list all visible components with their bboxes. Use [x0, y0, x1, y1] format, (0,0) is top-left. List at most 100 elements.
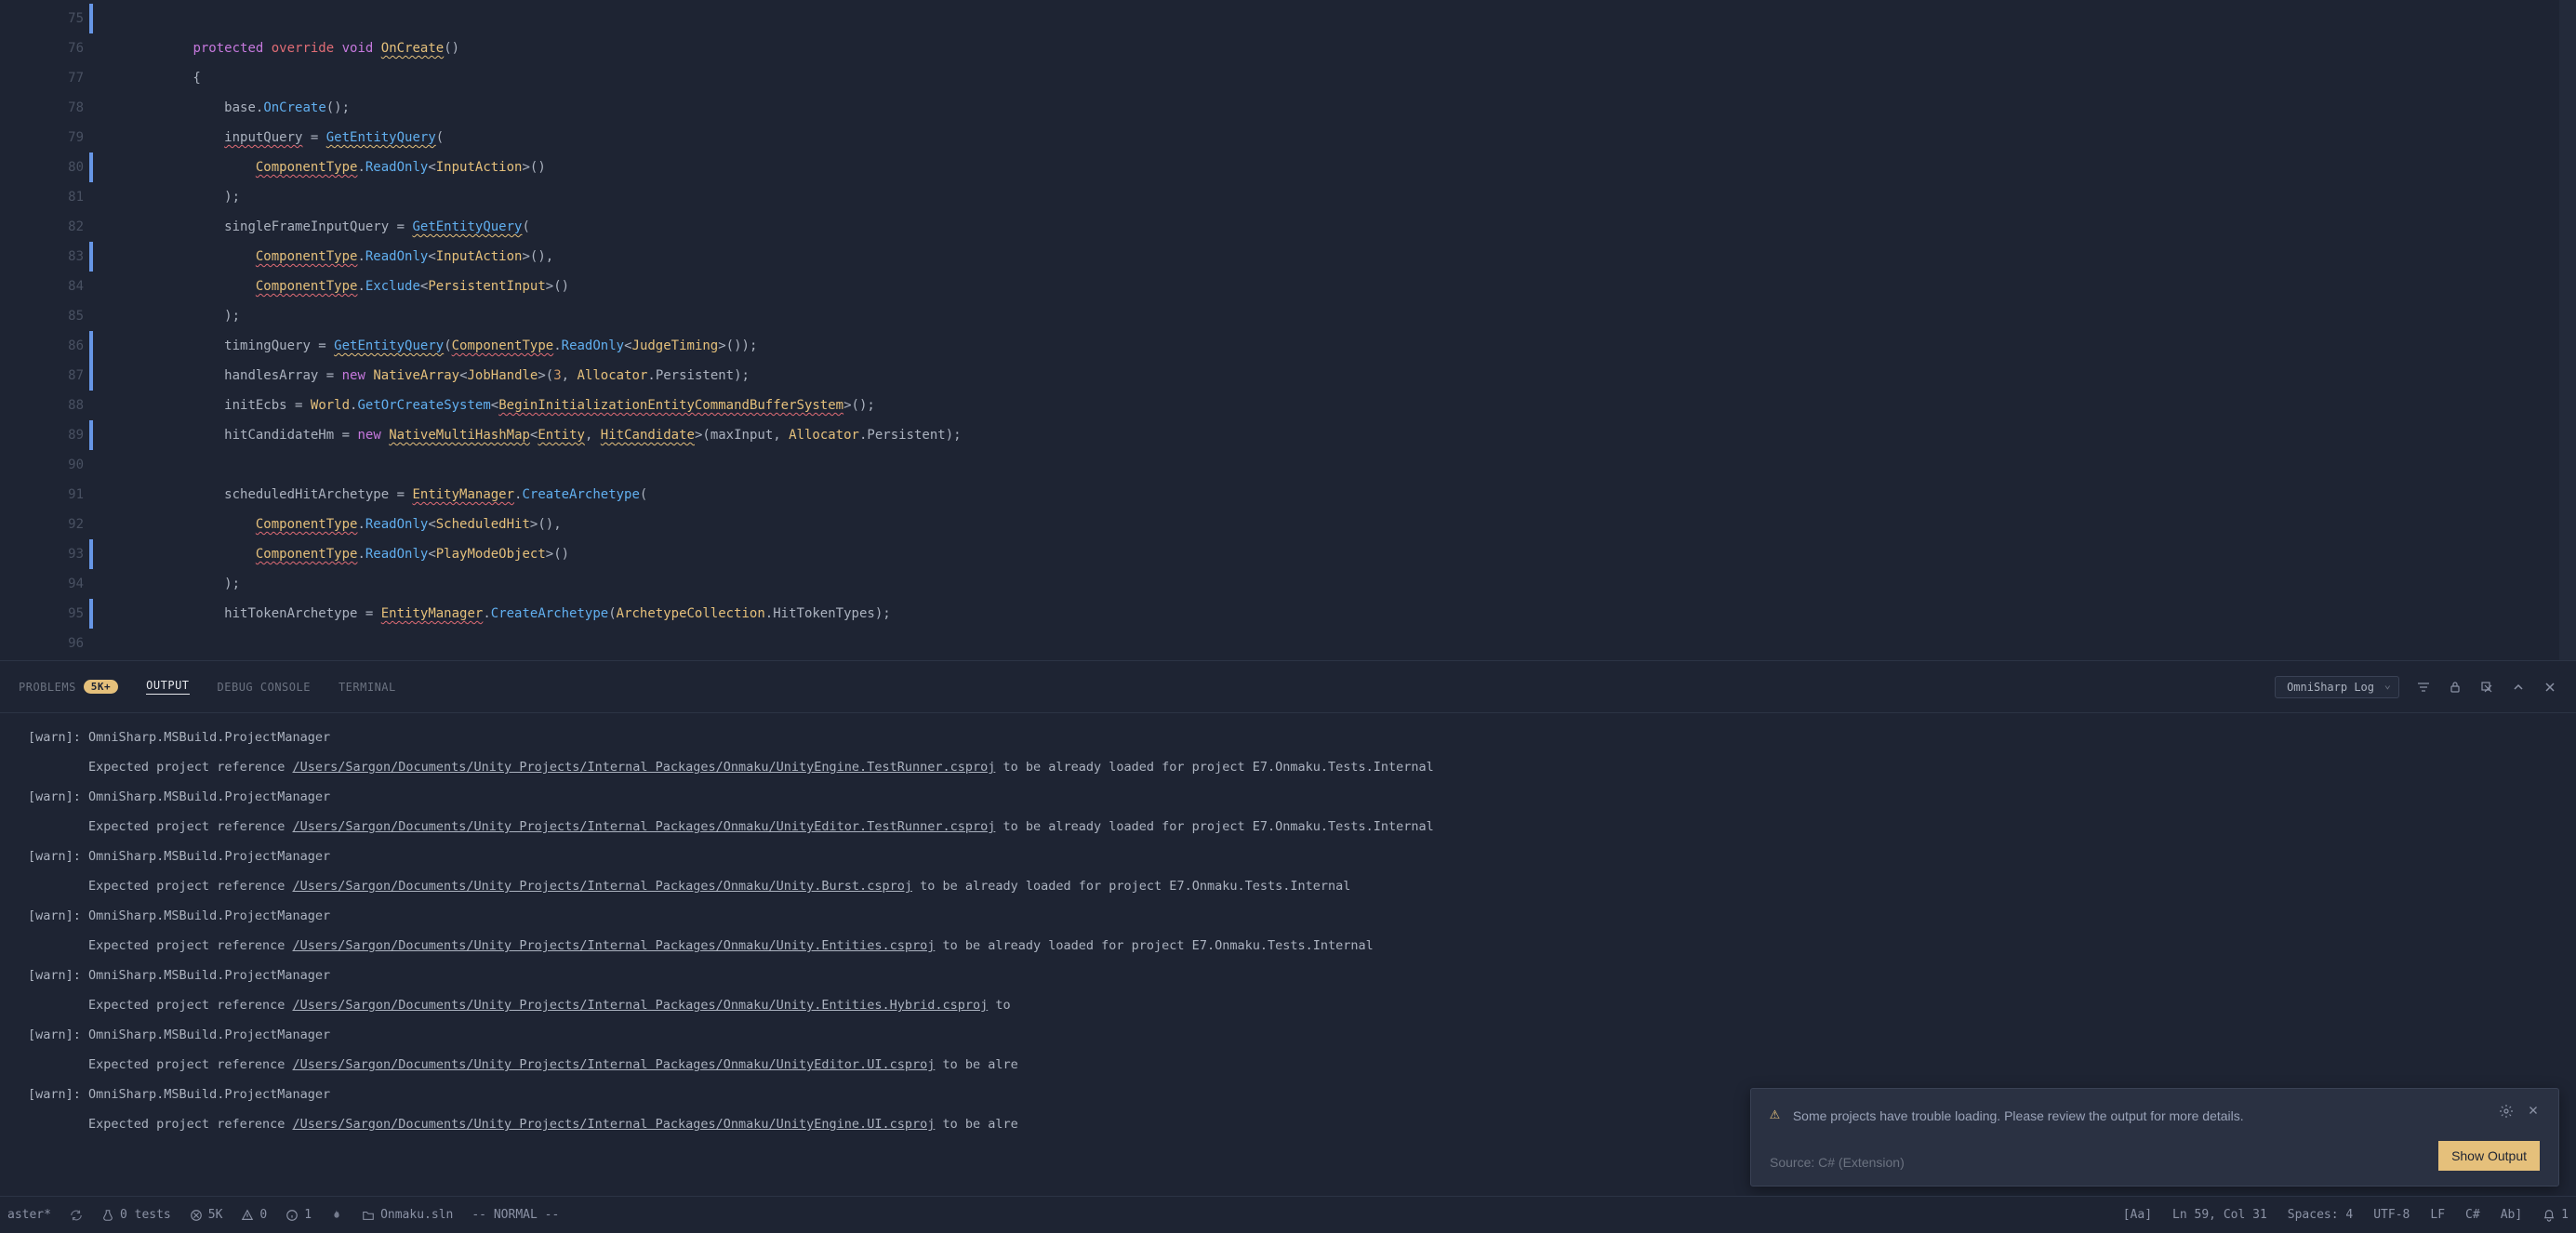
code-line[interactable]: ); [130, 301, 2559, 331]
line-number: 92 [0, 510, 84, 539]
warnings-status[interactable]: 0 [241, 1208, 267, 1222]
info-status[interactable]: 1 [285, 1208, 312, 1222]
code-line[interactable]: ComponentType.ReadOnly<ScheduledHit>(), [130, 510, 2559, 539]
solution-label: Onmaku.sln [380, 1208, 453, 1222]
errors-status[interactable]: 5K [190, 1208, 223, 1222]
notification-toast: ⚠ Some projects have trouble loading. Pl… [1750, 1088, 2559, 1187]
code-line[interactable]: initEcbs = World.GetOrCreateSystem<Begin… [130, 391, 2559, 420]
code-line[interactable] [130, 4, 2559, 33]
tab-terminal[interactable]: TERMINAL [339, 681, 396, 694]
code-line[interactable]: singleFrameInputQuery = GetEntityQuery( [130, 212, 2559, 242]
scrollbar-vertical[interactable] [2559, 0, 2576, 660]
file-path-link[interactable]: /Users/Sargon/Documents/Unity Projects/I… [292, 938, 935, 953]
tab-problems-label: PROBLEMS [19, 681, 76, 694]
code-line[interactable] [130, 450, 2559, 480]
code-line[interactable] [130, 629, 2559, 658]
file-path-link[interactable]: /Users/Sargon/Documents/Unity Projects/I… [292, 879, 911, 894]
encoding-status[interactable]: UTF-8 [2373, 1208, 2410, 1222]
solution-name[interactable]: Onmaku.sln [362, 1208, 453, 1222]
file-path-link[interactable]: /Users/Sargon/Documents/Unity Projects/I… [292, 1117, 935, 1132]
code-line[interactable]: scheduledHitArchetype = EntityManager.Cr… [130, 480, 2559, 510]
output-line: Expected project reference /Users/Sargon… [28, 871, 2548, 901]
show-output-button[interactable]: Show Output [2438, 1141, 2540, 1171]
flame-icon[interactable] [330, 1209, 343, 1222]
line-number: 96 [0, 629, 84, 658]
language-mode[interactable]: C# [2465, 1208, 2480, 1222]
tab-indicator[interactable]: Ab] [2501, 1208, 2522, 1222]
notifications-count: 1 [2561, 1208, 2569, 1222]
close-icon[interactable] [2527, 1104, 2540, 1117]
line-number: 93 [0, 539, 84, 569]
eol-status[interactable]: LF [2430, 1208, 2445, 1222]
notification-message: Some projects have trouble loading. Plea… [1793, 1104, 2486, 1128]
case-indicator[interactable]: [Aa] [2123, 1208, 2152, 1222]
tab-debug-console[interactable]: DEBUG CONSOLE [218, 681, 311, 694]
errors-count: 5K [208, 1208, 223, 1222]
output-line: [warn]: OmniSharp.MSBuild.ProjectManager [28, 1020, 2548, 1050]
code-line[interactable]: ComponentType.ReadOnly<InputAction>() [130, 152, 2559, 182]
code-line[interactable]: ComponentType.ReadOnly<InputAction>(), [130, 242, 2559, 272]
file-path-link[interactable]: /Users/Sargon/Documents/Unity Projects/I… [292, 998, 988, 1013]
warning-icon: ⚠ [1770, 1104, 1780, 1123]
info-count: 1 [304, 1208, 312, 1222]
modified-marker [89, 599, 93, 629]
file-path-link[interactable]: /Users/Sargon/Documents/Unity Projects/I… [292, 819, 995, 834]
tests-status[interactable]: 0 tests [101, 1208, 171, 1222]
lock-scroll-icon[interactable] [2448, 680, 2463, 695]
line-number: 75 [0, 4, 84, 33]
code-line[interactable]: ); [130, 182, 2559, 212]
line-number: 76 [0, 33, 84, 63]
output-line: Expected project reference /Users/Sargon… [28, 812, 2548, 842]
code-line[interactable]: base.OnCreate(); [130, 93, 2559, 123]
vim-mode: -- NORMAL -- [471, 1208, 559, 1222]
warnings-count: 0 [259, 1208, 267, 1222]
output-line: [warn]: OmniSharp.MSBuild.ProjectManager [28, 842, 2548, 871]
code-line[interactable]: inputQuery = GetEntityQuery( [130, 123, 2559, 152]
status-bar: aster* 0 tests 5K 0 1 Onmaku.sln -- NORM… [0, 1196, 2576, 1233]
editor-area: 7576777879808182838485868788899091929394… [0, 0, 2576, 660]
notifications-bell[interactable]: 1 [2543, 1208, 2569, 1222]
line-number: 85 [0, 301, 84, 331]
code-line[interactable]: handlesArray = new NativeArray<JobHandle… [130, 361, 2559, 391]
tests-label: 0 tests [120, 1208, 171, 1222]
line-number: 94 [0, 569, 84, 599]
file-path-link[interactable]: /Users/Sargon/Documents/Unity Projects/I… [292, 760, 995, 775]
tab-output[interactable]: OUTPUT [146, 679, 189, 695]
filter-icon[interactable] [2416, 680, 2431, 695]
git-branch[interactable]: aster* [7, 1208, 51, 1222]
line-number: 77 [0, 63, 84, 93]
line-number: 82 [0, 212, 84, 242]
modified-marker [89, 331, 93, 361]
file-path-link[interactable]: /Users/Sargon/Documents/Unity Projects/I… [292, 1057, 935, 1072]
gear-icon[interactable] [2499, 1104, 2514, 1119]
output-channel-dropdown[interactable]: OmniSharp Log [2275, 676, 2399, 698]
tab-problems[interactable]: PROBLEMS 5K+ [19, 680, 118, 694]
code-line[interactable]: ComponentType.ReadOnly<PlayModeObject>() [130, 539, 2559, 569]
code-line[interactable]: ComponentType.Exclude<PersistentInput>() [130, 272, 2559, 301]
code-line[interactable]: timingQuery = GetEntityQuery(ComponentTy… [130, 331, 2559, 361]
output-line: Expected project reference /Users/Sargon… [28, 990, 2548, 1020]
line-number: 90 [0, 450, 84, 480]
close-panel-icon[interactable] [2543, 680, 2557, 695]
code-line[interactable]: protected override void OnCreate() [130, 33, 2559, 63]
sync-icon[interactable] [70, 1209, 83, 1222]
line-gutter: 7576777879808182838485868788899091929394… [0, 0, 102, 660]
clear-output-icon[interactable] [2479, 680, 2494, 695]
line-number: 91 [0, 480, 84, 510]
indent-status[interactable]: Spaces: 4 [2288, 1208, 2353, 1222]
cursor-position[interactable]: Ln 59, Col 31 [2172, 1208, 2267, 1222]
line-number: 81 [0, 182, 84, 212]
output-line: [warn]: OmniSharp.MSBuild.ProjectManager [28, 782, 2548, 812]
code-line[interactable]: { [130, 63, 2559, 93]
output-content[interactable]: [warn]: OmniSharp.MSBuild.ProjectManager… [0, 713, 2576, 1144]
code-line[interactable]: hitCandidateHm = new NativeMultiHashMap<… [130, 420, 2559, 450]
line-number: 80 [0, 152, 84, 182]
code-content[interactable]: protected override void OnCreate() { bas… [102, 0, 2559, 660]
line-number: 86 [0, 331, 84, 361]
panel-tabs: PROBLEMS 5K+ OUTPUT DEBUG CONSOLE TERMIN… [0, 661, 2576, 713]
code-line[interactable]: ); [130, 569, 2559, 599]
modified-marker [89, 420, 93, 450]
chevron-up-icon[interactable] [2511, 680, 2526, 695]
code-line[interactable]: hitTokenArchetype = EntityManager.Create… [130, 599, 2559, 629]
output-line: [warn]: OmniSharp.MSBuild.ProjectManager [28, 723, 2548, 752]
